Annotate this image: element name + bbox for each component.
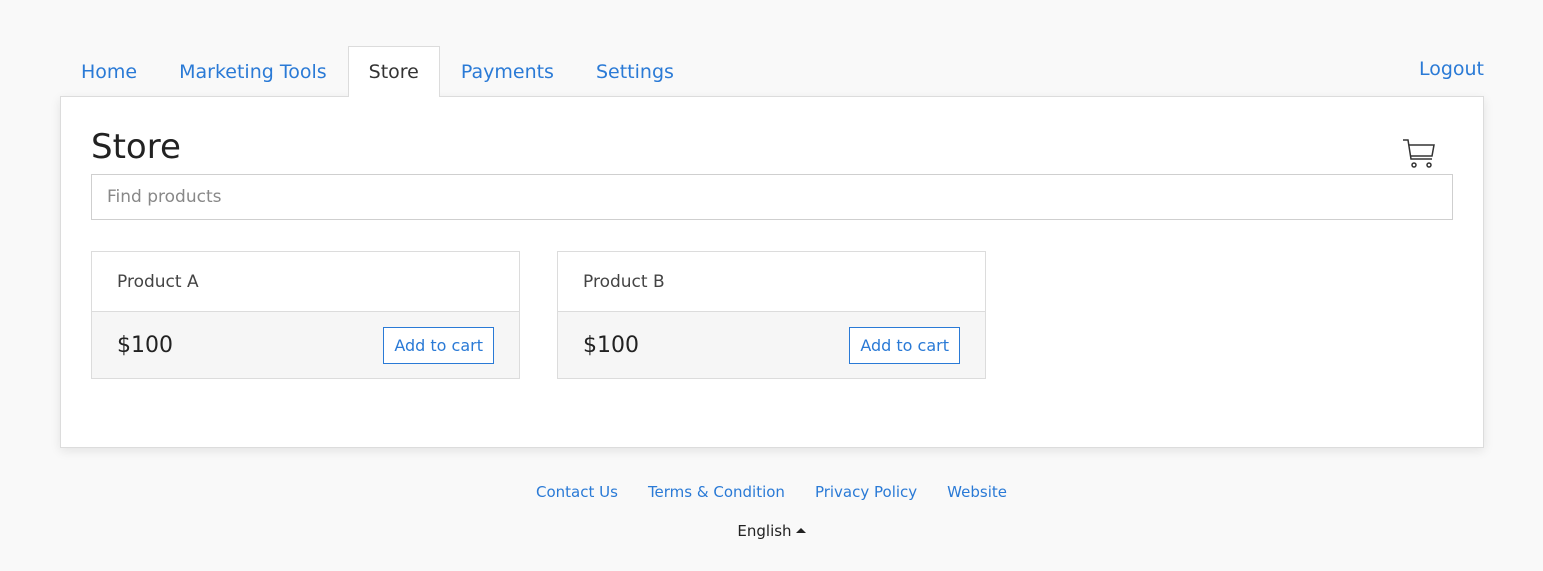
language-label: English <box>737 522 792 540</box>
product-price: $100 <box>117 332 173 358</box>
tab-store[interactable]: Store <box>347 46 440 97</box>
tab-home[interactable]: Home <box>60 46 158 96</box>
footer-links: Contact Us Terms & Condition Privacy Pol… <box>0 483 1543 501</box>
page-title: Store <box>91 127 181 167</box>
product-name: Product A <box>92 252 519 312</box>
add-to-cart-button[interactable]: Add to cart <box>383 326 494 364</box>
store-panel: Store Product A $100 Add to cart Product… <box>60 96 1484 448</box>
terms-link[interactable]: Terms & Condition <box>648 483 785 501</box>
website-link[interactable]: Website <box>947 483 1007 501</box>
tab-payments[interactable]: Payments <box>440 46 575 96</box>
privacy-policy-link[interactable]: Privacy Policy <box>815 483 917 501</box>
app-container: Home Marketing Tools Store Payments Sett… <box>60 46 1484 448</box>
tab-marketing-tools[interactable]: Marketing Tools <box>158 46 348 96</box>
add-to-cart-button[interactable]: Add to cart <box>849 326 960 364</box>
language-selector[interactable]: English <box>0 522 1543 540</box>
logout-link[interactable]: Logout <box>1419 58 1484 80</box>
product-name: Product B <box>558 252 985 312</box>
product-card: Product B $100 Add to cart <box>557 251 986 379</box>
product-list: Product A $100 Add to cart Product B $10… <box>91 251 1453 379</box>
caret-up-icon <box>795 528 806 533</box>
contact-us-link[interactable]: Contact Us <box>536 483 618 501</box>
top-nav: Home Marketing Tools Store Payments Sett… <box>60 46 1484 97</box>
tab-settings[interactable]: Settings <box>575 46 695 96</box>
product-footer: $100 Add to cart <box>92 312 519 378</box>
product-card: Product A $100 Add to cart <box>91 251 520 379</box>
product-price: $100 <box>583 332 639 358</box>
product-footer: $100 Add to cart <box>558 312 985 378</box>
search-input[interactable] <box>91 174 1453 220</box>
shopping-cart-icon[interactable] <box>1401 137 1437 171</box>
